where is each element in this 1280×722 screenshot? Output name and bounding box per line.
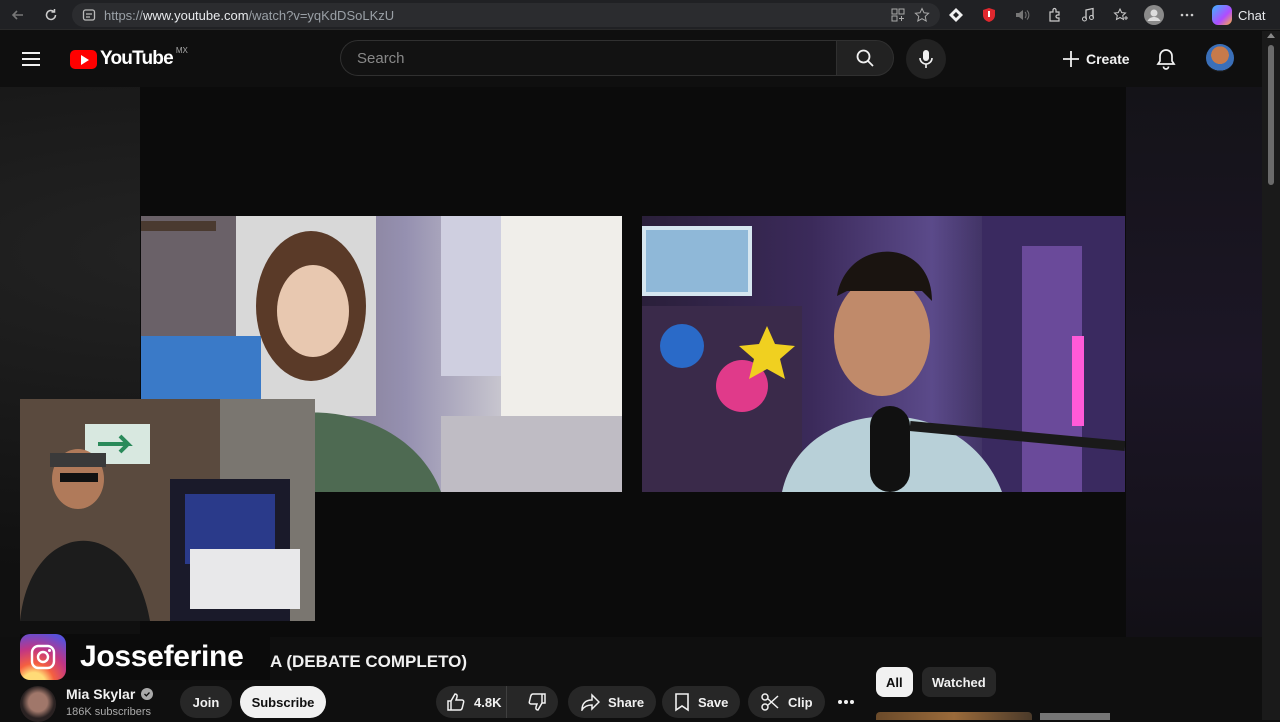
scroll-up-arrow-icon[interactable] bbox=[1267, 33, 1275, 38]
refresh-icon[interactable] bbox=[38, 2, 64, 28]
volume-icon[interactable] bbox=[1010, 3, 1034, 27]
youtube-wordmark: YouTube bbox=[100, 48, 174, 69]
microphone-icon bbox=[919, 50, 933, 68]
country-code: MX bbox=[175, 45, 188, 55]
subscriber-count: 186K subscribers bbox=[66, 706, 151, 718]
search-bar bbox=[340, 40, 894, 78]
copilot-icon bbox=[1212, 5, 1232, 25]
thumbs-up-icon bbox=[447, 693, 465, 711]
scissors-icon bbox=[761, 693, 779, 711]
video-feed-right-participant bbox=[642, 216, 1125, 492]
site-info-icon[interactable] bbox=[82, 8, 96, 22]
clip-label: Clip bbox=[788, 694, 813, 710]
ambient-glow bbox=[1126, 87, 1262, 637]
create-label: Create bbox=[1086, 51, 1130, 67]
channel-name-link[interactable]: Mia Skylar bbox=[66, 686, 154, 702]
verified-badge-icon bbox=[141, 688, 154, 700]
browser-toolbar: https://www.youtube.com/watch?v=yqKdDSoL… bbox=[0, 0, 1280, 30]
chip-watched[interactable]: Watched bbox=[922, 667, 996, 697]
create-button[interactable]: Create bbox=[1054, 43, 1142, 75]
subscribe-button[interactable]: Subscribe bbox=[240, 686, 326, 718]
extension-diamond-icon[interactable] bbox=[944, 3, 968, 27]
like-count: 4.8K bbox=[474, 694, 502, 710]
app-available-icon[interactable] bbox=[890, 7, 906, 23]
favorite-star-icon[interactable] bbox=[914, 7, 930, 23]
search-icon bbox=[856, 49, 874, 67]
youtube-logo[interactable]: YouTube MX bbox=[70, 45, 188, 70]
notifications-bell-icon[interactable] bbox=[1152, 45, 1180, 73]
instagram-handle: Josseferine bbox=[80, 640, 244, 673]
channel-avatar[interactable] bbox=[20, 686, 56, 722]
voice-search-button[interactable] bbox=[906, 39, 946, 79]
suggested-video-title[interactable] bbox=[1040, 713, 1140, 720]
chat-label: Chat bbox=[1238, 7, 1266, 23]
more-actions-button[interactable] bbox=[826, 686, 866, 718]
favorites-icon[interactable] bbox=[1109, 3, 1133, 27]
bookmark-icon bbox=[675, 693, 689, 712]
save-label: Save bbox=[698, 694, 729, 710]
chip-all[interactable]: All bbox=[876, 667, 913, 697]
plus-icon bbox=[1063, 51, 1079, 67]
more-horizontal-icon bbox=[838, 700, 854, 704]
like-button[interactable]: 4.8K bbox=[436, 686, 508, 718]
search-input[interactable] bbox=[340, 40, 836, 76]
profile-icon[interactable] bbox=[1142, 3, 1166, 27]
clip-button[interactable]: Clip bbox=[748, 686, 825, 718]
scrollbar-thumb[interactable] bbox=[1268, 45, 1274, 185]
back-icon[interactable] bbox=[5, 2, 31, 28]
like-dislike-group: 4.8K bbox=[436, 686, 558, 718]
hamburger-menu-icon[interactable] bbox=[22, 45, 52, 73]
youtube-masthead: YouTube MX Create bbox=[0, 31, 1262, 87]
share-arrow-icon bbox=[581, 693, 600, 711]
copilot-chat-button[interactable]: Chat bbox=[1212, 5, 1265, 25]
channel-name: Mia Skylar bbox=[66, 686, 136, 702]
more-options-icon[interactable] bbox=[1175, 3, 1199, 27]
share-button[interactable]: Share bbox=[568, 686, 657, 718]
instagram-handle-overlay: Josseferine bbox=[20, 634, 270, 680]
search-button[interactable] bbox=[836, 40, 894, 76]
share-label: Share bbox=[608, 694, 645, 710]
join-button[interactable]: Join bbox=[180, 686, 232, 718]
thumbs-down-icon bbox=[528, 693, 546, 711]
extensions-puzzle-icon[interactable] bbox=[1043, 3, 1067, 27]
url-text[interactable]: https://www.youtube.com/watch?v=yqKdDSoL… bbox=[104, 8, 394, 23]
media-control-icon[interactable] bbox=[1076, 3, 1100, 27]
address-bar[interactable]: https://www.youtube.com/watch?v=yqKdDSoL… bbox=[72, 3, 940, 27]
page-scrollbar[interactable] bbox=[1262, 31, 1280, 720]
account-avatar[interactable] bbox=[1206, 44, 1234, 72]
video-title: A (DEBATE COMPLETO) bbox=[270, 652, 468, 671]
youtube-play-icon bbox=[70, 49, 97, 69]
streamer-webcam-overlay bbox=[20, 399, 315, 621]
save-button[interactable]: Save bbox=[662, 686, 741, 718]
dislike-button[interactable] bbox=[515, 692, 558, 712]
instagram-icon bbox=[20, 634, 66, 680]
suggested-video-thumbnail[interactable] bbox=[876, 712, 1032, 720]
extension-shield-icon[interactable] bbox=[977, 3, 1001, 27]
